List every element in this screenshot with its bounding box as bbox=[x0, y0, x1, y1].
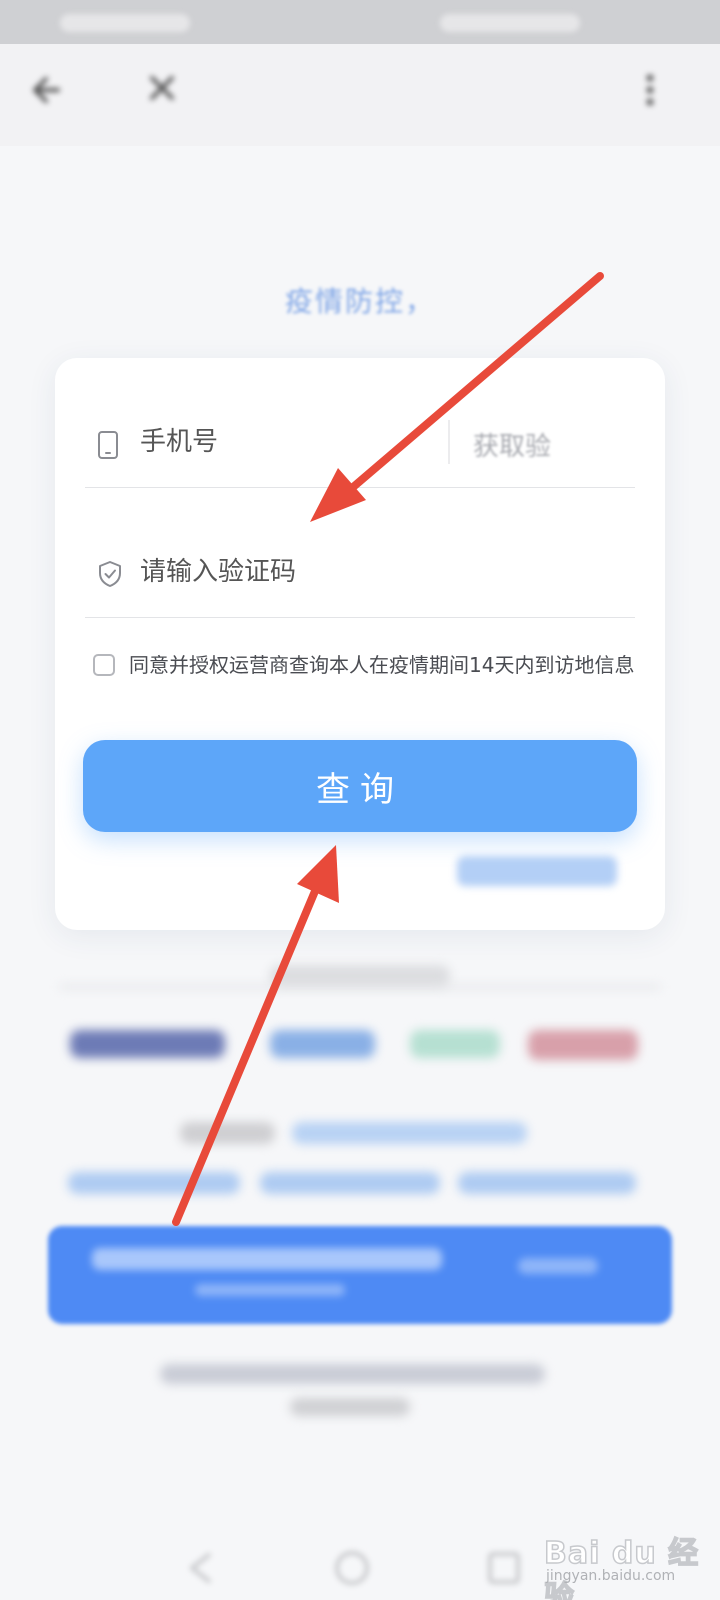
hotline-label bbox=[180, 1122, 275, 1144]
verification-code-input[interactable] bbox=[140, 550, 580, 594]
query-button[interactable]: 查询 bbox=[83, 740, 637, 832]
field-divider bbox=[448, 420, 450, 464]
phone-icon bbox=[97, 430, 119, 464]
agree-checkbox[interactable] bbox=[93, 654, 115, 676]
partner-logo-1 bbox=[70, 1030, 225, 1058]
footer-link-3[interactable] bbox=[458, 1172, 636, 1194]
banner-subtext bbox=[195, 1284, 345, 1296]
baidu-jingyan-watermark: Bai du 经验 jingyan.baidu.com bbox=[543, 1528, 714, 1600]
help-link[interactable] bbox=[457, 856, 617, 886]
footer-link-2[interactable] bbox=[260, 1172, 440, 1194]
status-left-blur bbox=[60, 14, 190, 32]
phone-input[interactable] bbox=[140, 420, 440, 464]
code-field bbox=[85, 488, 635, 618]
phone-field: 获取验 bbox=[85, 358, 635, 488]
more-vertical-icon[interactable] bbox=[640, 70, 660, 117]
watermark-logo: Bai du 经验 bbox=[543, 1535, 700, 1600]
hotline-links bbox=[292, 1122, 527, 1144]
partner-logo-2 bbox=[270, 1030, 375, 1058]
system-back-icon[interactable] bbox=[180, 1546, 224, 1590]
status-right-blur bbox=[440, 14, 580, 32]
agreement-text: 同意并授权运营商查询本人在疫情期间14天内到访地信息 bbox=[129, 653, 635, 677]
disclaimer-line-1 bbox=[160, 1364, 545, 1384]
system-home-icon[interactable] bbox=[330, 1546, 374, 1590]
partner-logo-4 bbox=[528, 1030, 638, 1060]
footer-link-1[interactable] bbox=[68, 1172, 240, 1194]
nav-bar bbox=[0, 44, 720, 146]
promo-banner[interactable] bbox=[48, 1226, 672, 1324]
status-bar bbox=[0, 0, 720, 44]
system-recents-icon[interactable] bbox=[482, 1546, 526, 1590]
banner-action[interactable] bbox=[518, 1258, 598, 1274]
close-icon[interactable] bbox=[144, 70, 180, 113]
partner-heading bbox=[270, 965, 450, 987]
watermark-url: jingyan.baidu.com bbox=[546, 1568, 676, 1584]
get-code-button[interactable]: 获取验 bbox=[473, 426, 551, 463]
hero-subtitle: 疫情防控， bbox=[284, 285, 435, 318]
disclaimer-line-2 bbox=[290, 1398, 410, 1416]
login-card: 获取验 同意并授权运营商查询本人在疫情期间14天内到访地信息 查询 bbox=[55, 358, 665, 930]
shield-icon bbox=[97, 560, 123, 592]
banner-text bbox=[92, 1248, 442, 1270]
arrow-left-icon[interactable] bbox=[28, 70, 68, 117]
partner-logo-3 bbox=[410, 1030, 500, 1058]
